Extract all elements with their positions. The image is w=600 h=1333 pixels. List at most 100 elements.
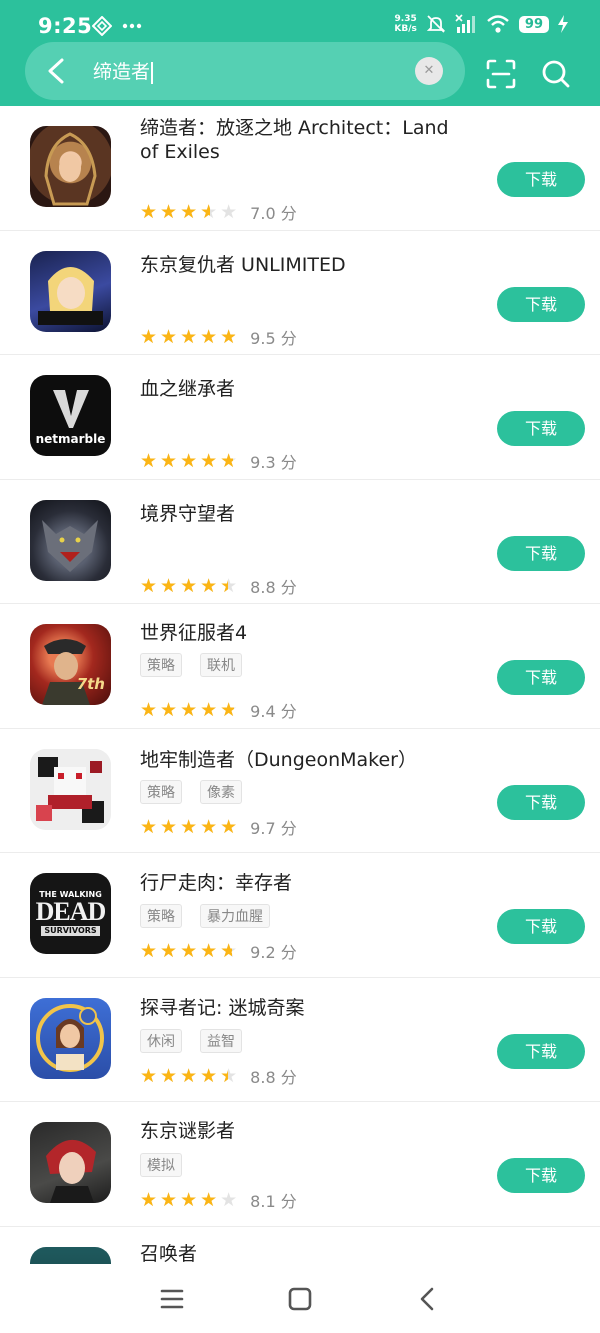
download-button[interactable]: 下载 (497, 411, 585, 446)
list-item[interactable]: 东京复仇者 UNLIMITED ★★★★★ ★★★★★ 9.5 分 下载 (0, 231, 600, 355)
score-text: 7.0 分 (250, 204, 297, 223)
star-fill: ★★★★★ (140, 1065, 228, 1086)
close-icon: ✕ (423, 63, 435, 78)
tag-list: 休闲 益智 (140, 1028, 242, 1053)
star-fill: ★★★★★ (140, 1190, 221, 1210)
rating: ★★★★★ ★★★★★ 9.3 分 (140, 449, 297, 473)
app-title[interactable]: 东京复仇者 UNLIMITED (140, 253, 460, 277)
general-7th-anniv-icon[interactable]: 7th (30, 624, 111, 705)
list-item[interactable]: 东京谜影者 模拟 ★★★★★★★★★★ 8.1 分 下载 (0, 1102, 600, 1227)
search-input[interactable]: 缔造者 (93, 57, 153, 84)
app-title[interactable]: 血之继承者 (140, 377, 460, 401)
list-item[interactable]: THE WALKING DEAD SURVIVORS 行尸走肉：幸存者 策略 暴… (0, 853, 600, 978)
app-title[interactable]: 探寻者记: 迷城奇案 (140, 996, 460, 1020)
list-item[interactable]: 缔造者：放逐之地 Architect：Land of Exiles ★★★★★ ★… (0, 106, 600, 231)
search-query-text: 缔造者 (93, 61, 151, 83)
clear-search-button[interactable]: ✕ (415, 57, 443, 85)
pixel-character-icon[interactable] (30, 748, 111, 830)
download-button[interactable]: 下载 (497, 784, 585, 820)
tag-list: 模拟 (140, 1153, 182, 1177)
rating: ★★★★★★★★★★ 8.8 分 (140, 574, 297, 598)
werewolf-art (42, 519, 98, 572)
star-fill: ★★★★★ (140, 326, 236, 347)
tag: 休闲 (140, 1028, 182, 1053)
star-rating: ★★★★★★★★★★ (140, 202, 240, 222)
list-item[interactable]: 地牢制造者（DungeonMaker） 策略 像素 ★★★★★ ★★★★★ 9.7… (0, 729, 600, 853)
rating: ★★★★★ ★★★★★ 9.4 分 (140, 698, 297, 722)
app-title[interactable]: 地牢制造者（DungeonMaker） (140, 748, 460, 772)
pixel-art (30, 748, 111, 830)
wifi-icon (487, 15, 509, 33)
anime-character-icon[interactable] (30, 250, 111, 332)
tag-list: 策略 联机 (140, 653, 242, 677)
top-header: 9:25 9.35 KB/s 99 缔造者 ✕ (0, 0, 600, 106)
list-item[interactable]: 召唤者 (0, 1227, 600, 1265)
download-button[interactable]: 下载 (497, 1033, 585, 1069)
mute-bell-icon (426, 15, 446, 33)
text-caret (151, 61, 153, 84)
star-rating: ★★★★★★★★★★ (140, 817, 240, 837)
more-dots-icon (122, 23, 142, 29)
rating: ★★★★★ ★★★★★ 9.5 分 (140, 325, 297, 349)
search-icon[interactable] (540, 58, 572, 90)
rating: ★★★★★ ★★★★★ 9.2 分 (140, 939, 297, 963)
download-button[interactable]: 下载 (497, 535, 585, 571)
score-text: 9.3 分 (250, 453, 297, 472)
hooded-hero-icon[interactable] (30, 126, 111, 207)
detective-woman-icon[interactable] (30, 997, 111, 1079)
tag-list: 策略 像素 (140, 779, 242, 804)
score-text: 8.1 分 (250, 1192, 297, 1211)
score-text: 8.8 分 (250, 577, 297, 597)
system-nav-bar (0, 1264, 600, 1333)
red-hair-character-icon[interactable] (30, 1122, 111, 1203)
anniversary-text: 7th (76, 675, 105, 693)
list-item[interactable]: netmarble 血之继承者 ★★★★★ ★★★★★ 9.3 分 下载 (0, 355, 600, 480)
summoner-icon[interactable] (30, 1246, 111, 1264)
search-results-list[interactable]: 缔造者：放逐之地 Architect：Land of Exiles ★★★★★ ★… (0, 106, 600, 1264)
star-rating: ★★★★★★★★★★ (140, 941, 240, 961)
list-item[interactable]: 境界守望者 ★★★★★★★★★★ 8.8 分 下载 (0, 480, 600, 604)
status-left-icons (92, 16, 142, 36)
netmarble-text: netmarble (35, 431, 106, 446)
star-rating: ★★★★★★★★★★ (140, 1066, 240, 1086)
charging-bolt-icon (558, 15, 568, 33)
download-button[interactable]: 下载 (497, 286, 585, 322)
list-item[interactable]: 探寻者记: 迷城奇案 休闲 益智 ★★★★★★★★★★ 8.8 分 下载 (0, 978, 600, 1102)
score-text: 9.5 分 (250, 328, 297, 348)
rating: ★★★★★★★★★★ 8.1 分 (140, 1188, 297, 1212)
download-button[interactable]: 下载 (497, 909, 585, 944)
back-arrow-icon[interactable] (38, 55, 74, 87)
star-fill: ★★★★★ (140, 941, 233, 961)
v-logo-icon (52, 389, 89, 428)
app-title[interactable]: 境界守望者 (140, 502, 460, 526)
list-item[interactable]: 7th 世界征服者4 策略 联机 ★★★★★ ★★★★★ 9.4 分 下载 (0, 604, 600, 729)
back-icon[interactable] (408, 1284, 448, 1314)
status-right-icons: 9.35 KB/s 99 (394, 14, 568, 34)
scan-icon[interactable] (485, 58, 517, 90)
tag: 联机 (200, 653, 242, 677)
home-icon[interactable] (280, 1284, 320, 1314)
app-title[interactable]: 东京谜影者 (140, 1119, 460, 1143)
app-title[interactable]: 行尸走肉：幸存者 (140, 871, 460, 895)
search-box[interactable] (25, 42, 465, 100)
download-button[interactable]: 下载 (497, 1158, 585, 1193)
battery-level: 99 (518, 15, 549, 33)
menu-icon[interactable] (152, 1284, 192, 1314)
download-button[interactable]: 下载 (497, 660, 585, 695)
star-fill: ★★★★★ (140, 700, 235, 720)
score-text: 9.7 分 (250, 818, 297, 838)
netmarble-v-icon[interactable]: netmarble (30, 375, 111, 456)
star-fill: ★★★★★ (140, 451, 234, 471)
walking-dead-icon[interactable]: THE WALKING DEAD SURVIVORS (30, 873, 111, 954)
star-rating: ★★★★★★★★★★ (140, 700, 240, 720)
app-title[interactable]: 世界征服者4 (140, 621, 460, 645)
tag: 益智 (200, 1028, 242, 1053)
app-title[interactable]: 缔造者：放逐之地 Architect：Land of Exiles (140, 116, 460, 164)
tag: 策略 (140, 904, 182, 928)
download-button[interactable]: 下载 (497, 162, 585, 197)
tag: 像素 (200, 779, 242, 804)
werewolf-icon[interactable] (30, 499, 111, 581)
star-fill: ★★★★★ (140, 816, 238, 837)
app-title[interactable]: 召唤者 (140, 1242, 460, 1265)
tag: 策略 (140, 779, 182, 804)
